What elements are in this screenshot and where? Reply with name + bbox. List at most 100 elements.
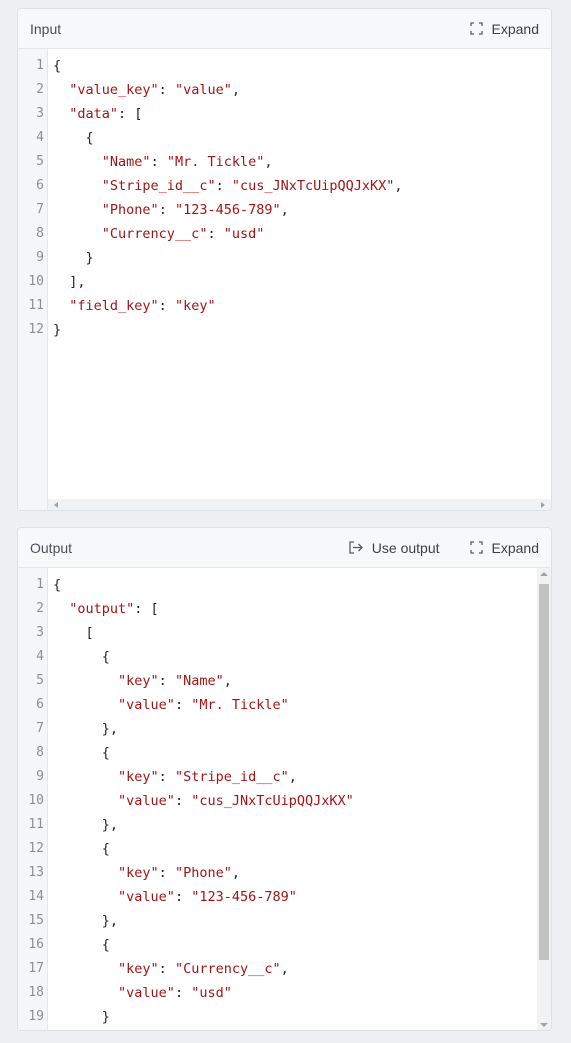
line-number: 10 (28, 793, 44, 808)
line-number: 7 (36, 721, 44, 736)
code-line: 14 "value": "123-456-789" (18, 885, 537, 909)
input-code-editor[interactable]: 1{2 "value_key": "value", 3 "data": [4 {5… (18, 49, 551, 510)
code-line: 17 "key": "Currency__c", (18, 957, 537, 981)
code-text: { (53, 577, 62, 593)
output-panel-title: Output (30, 539, 73, 556)
line-number: 8 (36, 226, 44, 241)
output-scrollbar-thumb[interactable] (539, 584, 549, 960)
code-line: 15 }, (18, 909, 537, 933)
input-horizontal-scrollbar[interactable] (48, 499, 551, 510)
code-text: } (53, 250, 94, 266)
input-expand-label: Expand (491, 20, 539, 37)
line-number: 13 (28, 865, 44, 880)
code-line: 6 "Stripe_id__c": "cus_JNxTcUipQQJxKX", (18, 174, 551, 198)
code-line: 19 } (18, 1005, 537, 1029)
code-line: 1{ (18, 573, 537, 597)
line-number: 2 (36, 82, 44, 97)
code-line: 12 { (18, 837, 537, 861)
code-text: "Stripe_id__c": "cus_JNxTcUipQQJxKX", (101, 178, 403, 194)
code-text: "value": "usd" (118, 985, 232, 1001)
code-line: 1{ (18, 54, 551, 78)
code-text: "Currency__c": "usd" (101, 226, 265, 242)
code-line: 11 "field_key": "key" (18, 294, 551, 318)
output-code-editor[interactable]: 1{2 "output": [3 [4 {5 "key": "Name", 6 "… (18, 568, 551, 1030)
code-line: 16 { (18, 933, 537, 957)
line-number: 5 (36, 154, 44, 169)
line-number: 15 (28, 913, 44, 928)
code-line: 5 "Name": "Mr. Tickle", (18, 150, 551, 174)
line-number: 18 (28, 985, 44, 1000)
code-line: 9 "key": "Stripe_id__c", (18, 765, 537, 789)
code-text: "output": [ (69, 601, 159, 617)
code-line: 7 }, (18, 717, 537, 741)
line-number: 7 (36, 202, 44, 217)
line-number: 11 (28, 298, 44, 313)
input-panel-header: Input Expand (18, 9, 551, 49)
scroll-left-arrow-icon[interactable] (54, 502, 58, 508)
line-number: 10 (28, 274, 44, 289)
code-line: 11 }, (18, 813, 537, 837)
line-number: 4 (36, 649, 44, 664)
code-line: 8 "Currency__c": "usd" (18, 222, 551, 246)
code-line: 13 "key": "Phone", (18, 861, 537, 885)
code-line: 2 "value_key": "value", (18, 78, 551, 102)
code-text: ], (53, 274, 86, 290)
code-text: "value": "cus_JNxTcUipQQJxKX" (118, 793, 354, 809)
code-text: { (53, 58, 62, 74)
code-text: { (53, 841, 110, 857)
input-panel-title: Input (30, 20, 62, 37)
scroll-down-arrow-icon[interactable] (540, 1023, 548, 1027)
code-line: 10 "value": "cus_JNxTcUipQQJxKX" (18, 789, 537, 813)
code-line: 6 "value": "Mr. Tickle" (18, 693, 537, 717)
code-text: "data": [ (69, 106, 143, 122)
code-line: 5 "key": "Name", (18, 669, 537, 693)
line-number: 9 (36, 250, 44, 265)
line-number: 9 (36, 769, 44, 784)
code-text: "field_key": "key" (69, 298, 216, 314)
line-number: 14 (28, 889, 44, 904)
output-vertical-scrollbar[interactable] (537, 568, 551, 1030)
line-number: 16 (28, 937, 44, 952)
code-text: } (53, 322, 62, 338)
line-number: 5 (36, 673, 44, 688)
use-output-button[interactable]: Use output (348, 540, 440, 556)
arrow-right-bracket-icon (349, 541, 363, 554)
scroll-up-arrow-icon[interactable] (540, 572, 548, 576)
line-number: 12 (28, 322, 44, 337)
output-code-lines: 1{2 "output": [3 [4 {5 "key": "Name", 6 "… (18, 573, 537, 1029)
line-number: 8 (36, 745, 44, 760)
use-output-label: Use output (371, 539, 440, 556)
code-line: 4 { (18, 126, 551, 150)
code-text: { (53, 937, 110, 953)
line-number: 19 (28, 1009, 44, 1024)
line-number: 1 (36, 58, 44, 73)
code-text: }, (53, 913, 119, 929)
code-line: 10 ], (18, 270, 551, 294)
code-text: "value": "123-456-789" (118, 889, 297, 905)
code-text: }, (53, 721, 119, 737)
input-panel: Input Expand 1{2 "value_key": "value", 3 … (17, 8, 552, 511)
line-number: 4 (36, 130, 44, 145)
code-text: "key": "Phone", (118, 865, 240, 881)
code-line: 4 { (18, 645, 537, 669)
code-text: { (53, 130, 94, 146)
line-number: 6 (36, 178, 44, 193)
line-number: 11 (28, 817, 44, 832)
line-number: 12 (28, 841, 44, 856)
code-line: 18 "value": "usd" (18, 981, 537, 1005)
output-expand-button[interactable]: Expand (469, 540, 539, 556)
code-text: "Name": "Mr. Tickle", (101, 154, 273, 170)
code-text: "Phone": "123-456-789", (101, 202, 289, 218)
expand-icon (469, 541, 483, 554)
code-text: "key": "Name", (118, 673, 232, 689)
line-number: 3 (36, 625, 44, 640)
code-text: }, (53, 817, 119, 833)
code-text: { (53, 649, 110, 665)
code-line: 3 "data": [ (18, 102, 551, 126)
input-expand-button[interactable]: Expand (469, 20, 539, 37)
code-text: "key": "Currency__c", (118, 961, 289, 977)
scroll-right-arrow-icon[interactable] (541, 502, 545, 508)
code-line: 9 } (18, 246, 551, 270)
code-text: { (53, 745, 110, 761)
code-line: 7 "Phone": "123-456-789", (18, 198, 551, 222)
